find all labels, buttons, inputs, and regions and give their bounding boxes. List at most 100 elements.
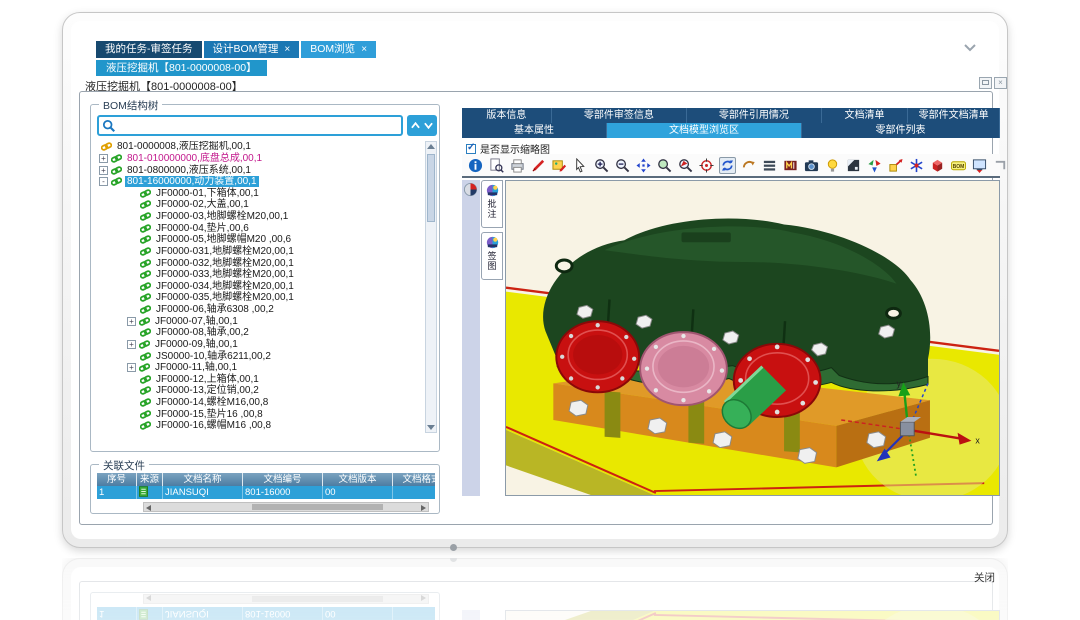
tree-item[interactable]: JS0000-10,轴承6211,00,2 xyxy=(97,350,423,362)
section-icon[interactable] xyxy=(845,157,862,174)
tab-view-2[interactable]: 零部件列表 xyxy=(802,123,1000,138)
tree-item[interactable]: JF0000-13,定位销,00,2 xyxy=(97,385,423,397)
search-prev-next[interactable] xyxy=(407,115,437,136)
print-icon[interactable] xyxy=(509,157,526,174)
tree-item[interactable]: JF0000-035,地脚螺栓M20,00,1 xyxy=(97,292,423,304)
tab-view-1[interactable]: 文档模型浏览区 xyxy=(607,123,802,138)
solid-view-icon[interactable] xyxy=(929,157,946,174)
tree-item[interactable]: JF0000-032,地脚螺栓M20,00,1 xyxy=(97,257,423,269)
tree-item[interactable]: JF0000-12,上箱体,00,1 xyxy=(97,374,423,386)
tab-close-icon[interactable]: × xyxy=(361,44,367,55)
tree-item[interactable]: -801-16000000,动力装置,00,1 xyxy=(97,176,423,188)
document-tab[interactable]: 液压挖掘机【801-0000008-00】 xyxy=(96,60,267,76)
tree-item[interactable]: JF0000-03,地脚螺栓M20,00,1 xyxy=(97,211,423,223)
tree-item[interactable]: JF0000-02,大盖,00,1 xyxy=(97,199,423,211)
expand-icon[interactable]: + xyxy=(127,317,136,326)
table-row[interactable]: 1JIANSUQI801-1600000 xyxy=(97,486,435,499)
tree-item[interactable]: 801-0000008,液压挖掘机,00,1 xyxy=(97,141,423,153)
explode-icon[interactable] xyxy=(866,157,883,174)
tree-item[interactable]: JF0000-04,垫片,00,6 xyxy=(97,222,423,234)
tree-item[interactable]: JF0000-05,地脚螺帽M20 ,00,6 xyxy=(97,234,423,246)
scroll-down-arrow[interactable] xyxy=(426,422,436,432)
main-tab-0[interactable]: 我的任务-审签任务 xyxy=(96,41,202,58)
expand-icon[interactable]: + xyxy=(99,166,108,175)
search-up-icon[interactable] xyxy=(411,122,420,129)
tree-item[interactable]: JF0000-16,螺帽M16 ,00,8 xyxy=(97,420,423,432)
zoom-out-icon[interactable] xyxy=(614,157,631,174)
zoom-dynamic-icon[interactable] xyxy=(677,157,694,174)
expand-icon[interactable]: + xyxy=(127,363,136,372)
tree-item[interactable]: JF0000-034,地脚螺栓M20,00,1 xyxy=(97,281,423,293)
collapse-icon[interactable]: - xyxy=(99,177,108,186)
tab-info-2[interactable]: 零部件引用情况 xyxy=(687,108,822,123)
axes-icon[interactable] xyxy=(908,157,925,174)
tree-item[interactable]: JF0000-14,螺栓M16,00,8 xyxy=(97,397,423,409)
layers-icon[interactable] xyxy=(761,157,778,174)
close-link[interactable]: 关闭 xyxy=(925,570,995,585)
tree-item-label: JF0000-02,大盖,00,1 xyxy=(154,199,251,210)
hscroll-thumb[interactable] xyxy=(252,504,383,510)
tree-item[interactable]: +JF0000-09,轴,00,1 xyxy=(97,339,423,351)
restore-button[interactable] xyxy=(979,77,992,89)
snapshot-icon[interactable] xyxy=(803,157,820,174)
tree-scrollbar[interactable] xyxy=(425,141,437,433)
expand-icon[interactable]: + xyxy=(99,154,108,163)
move-part-icon[interactable] xyxy=(887,157,904,174)
edit-image-icon[interactable] xyxy=(551,157,568,174)
tab-close-icon[interactable]: × xyxy=(284,44,290,55)
hscroll-left-arrow[interactable] xyxy=(146,505,151,511)
tree-item[interactable]: JF0000-01,下箱体,00,1 xyxy=(97,188,423,200)
tree-item[interactable]: +JF0000-07,轴,00,1 xyxy=(97,315,423,327)
redline-icon[interactable] xyxy=(530,157,547,174)
zoom-area-icon[interactable] xyxy=(656,157,673,174)
tree-item[interactable]: JF0000-033,地脚螺栓M20,00,1 xyxy=(97,269,423,281)
export-view-icon[interactable] xyxy=(971,157,988,174)
tab-info-0[interactable]: 版本信息 xyxy=(462,108,552,123)
main-tab-2[interactable]: BOM浏览× xyxy=(301,41,376,58)
preview-icon[interactable] xyxy=(488,157,505,174)
viewer-side-tab-0[interactable]: 批注 xyxy=(481,180,503,228)
tree-item[interactable]: JF0000-08,轴承,00,2 xyxy=(97,327,423,339)
center-view-icon[interactable] xyxy=(698,157,715,174)
select-cursor-icon[interactable] xyxy=(572,157,589,174)
tree-item[interactable]: JF0000-031,地脚螺栓M20,00,1 xyxy=(97,246,423,258)
tree-item-label: JF0000-033,地脚螺栓M20,00,1 xyxy=(154,269,296,280)
main-tab-1[interactable]: 设计BOM管理× xyxy=(204,41,300,58)
thumbnail-checkbox[interactable]: ✓ xyxy=(466,144,476,154)
search-input[interactable] xyxy=(119,118,401,133)
table-header-0: 序号 xyxy=(97,473,137,486)
tree-item[interactable]: +801-010000000,底盘总成,00,1 xyxy=(97,153,423,165)
tree-item-label: 801-0800000,液压系统,00,1 xyxy=(125,165,253,176)
tab-info-3[interactable]: 文档清单 xyxy=(822,108,909,123)
tab-info-1[interactable]: 零部件审签信息 xyxy=(552,108,688,123)
tree-item[interactable]: +801-0800000,液压系统,00,1 xyxy=(97,164,423,176)
tree-item[interactable]: JF0000-15,垫片16 ,00,8 xyxy=(97,408,423,420)
chain-link-icon xyxy=(140,409,151,420)
info-icon[interactable] xyxy=(467,157,484,174)
tab-view-0[interactable]: 基本属性 xyxy=(462,123,607,138)
tree-item-label: JF0000-11,轴,00,1 xyxy=(153,362,239,373)
chevron-down-icon[interactable] xyxy=(963,43,977,53)
rotate-icon[interactable] xyxy=(719,157,736,174)
expand-icon[interactable]: + xyxy=(127,340,136,349)
scroll-up-arrow[interactable] xyxy=(426,142,436,152)
pie-view-icon[interactable] xyxy=(463,182,478,197)
more-icon[interactable] xyxy=(992,157,1009,174)
viewer-side-tab-label: 批注 xyxy=(486,199,499,219)
tree-item[interactable]: JF0000-06,轴承6308 ,00,2 xyxy=(97,304,423,316)
table-hscrollbar[interactable] xyxy=(143,502,429,512)
model-viewport[interactable]: x y xyxy=(505,180,1000,496)
viewer-side-tab-1[interactable]: 签图 xyxy=(481,232,503,280)
bom-tag-icon[interactable] xyxy=(950,157,967,174)
tree-item[interactable]: + JF0000-11,轴,00,1 xyxy=(97,362,423,374)
zoom-in-icon[interactable] xyxy=(593,157,610,174)
scroll-thumb[interactable] xyxy=(427,154,435,222)
light-icon[interactable] xyxy=(824,157,841,174)
tab-info-4[interactable]: 零部件文档清单 xyxy=(908,108,1000,123)
hscroll-right-arrow[interactable] xyxy=(421,505,426,511)
measure-icon[interactable] xyxy=(782,157,799,174)
pan-icon[interactable] xyxy=(740,157,757,174)
fit-window-icon[interactable] xyxy=(635,157,652,174)
search-down-icon[interactable] xyxy=(424,122,433,129)
close-window-button[interactable]: × xyxy=(994,77,1007,89)
